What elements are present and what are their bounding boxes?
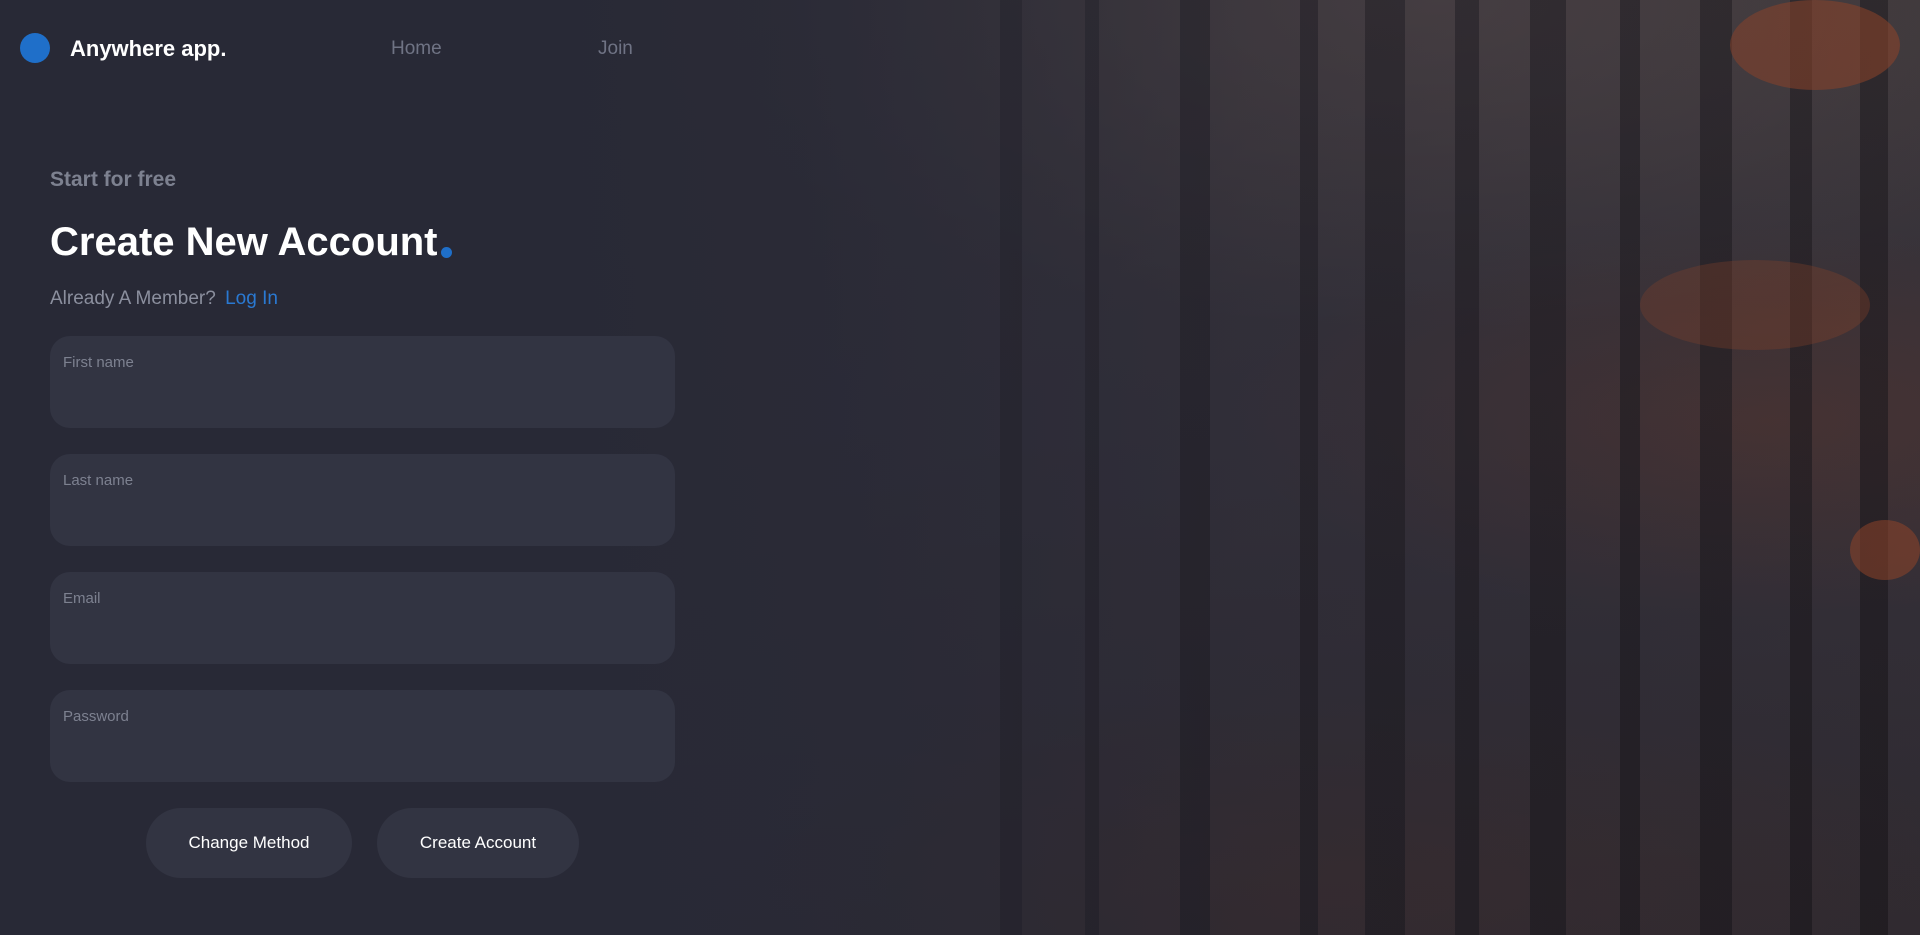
login-link[interactable]: Log In bbox=[225, 288, 278, 309]
last-name-label: Last name bbox=[63, 472, 134, 489]
page-title: Create New Account bbox=[50, 220, 452, 265]
member-prompt: Already A Member? Log In bbox=[50, 288, 278, 310]
change-method-button[interactable]: Change Method bbox=[146, 808, 352, 878]
first-name-field[interactable]: First name bbox=[50, 336, 675, 428]
accent-dot-icon bbox=[440, 247, 452, 258]
email-field[interactable]: Email bbox=[50, 572, 675, 664]
nav-link-home[interactable]: Home bbox=[391, 38, 442, 60]
create-account-button[interactable]: Create Account bbox=[377, 808, 579, 878]
first-name-label: First name bbox=[63, 354, 134, 371]
password-field[interactable]: Password bbox=[50, 690, 675, 782]
last-name-field[interactable]: Last name bbox=[50, 454, 675, 546]
last-name-input[interactable] bbox=[63, 498, 658, 532]
page-title-text: Create New Account bbox=[50, 220, 438, 264]
top-navigation: Anywhere app. Home Join bbox=[0, 0, 700, 96]
email-input[interactable] bbox=[63, 616, 658, 650]
app-name[interactable]: Anywhere app. bbox=[70, 36, 226, 62]
eyebrow-text: Start for free bbox=[50, 168, 177, 191]
email-label: Email bbox=[63, 590, 101, 607]
logo-dot-icon[interactable] bbox=[20, 33, 50, 63]
nav-link-join[interactable]: Join bbox=[598, 38, 633, 60]
member-text: Already A Member? bbox=[50, 288, 216, 309]
password-label: Password bbox=[63, 708, 129, 725]
password-input[interactable] bbox=[63, 734, 658, 768]
first-name-input[interactable] bbox=[63, 380, 658, 414]
